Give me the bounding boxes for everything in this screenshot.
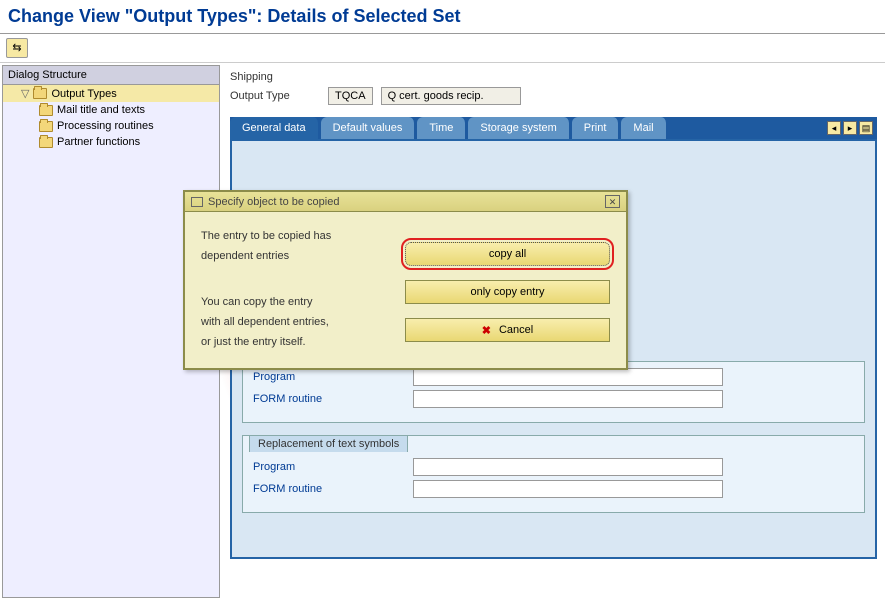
dialog-line4: with all dependent entries, bbox=[201, 312, 405, 332]
copy-dialog: Specify object to be copied ✕ The entry … bbox=[183, 190, 628, 370]
tree-label: Partner functions bbox=[57, 136, 140, 148]
dialog-titlebar: Specify object to be copied ✕ bbox=[185, 192, 626, 212]
tree-node-processing-routines[interactable]: Processing routines bbox=[3, 118, 219, 134]
folder-icon bbox=[39, 121, 53, 132]
tree-node-mail-title[interactable]: Mail title and texts bbox=[3, 102, 219, 118]
shipping-label: Shipping bbox=[230, 71, 273, 83]
output-type-code: TQCA bbox=[328, 87, 373, 105]
tab-list-button[interactable]: ▤ bbox=[859, 121, 873, 135]
copy-all-button[interactable]: copy all bbox=[405, 242, 610, 266]
program-label-2: Program bbox=[253, 461, 413, 473]
output-type-desc: Q cert. goods recip. bbox=[381, 87, 521, 105]
dialog-line1: The entry to be copied has bbox=[201, 226, 405, 246]
folder-icon bbox=[39, 137, 53, 148]
tab-print[interactable]: Print bbox=[572, 117, 620, 139]
output-type-label: Output Type bbox=[230, 90, 320, 102]
tab-mail[interactable]: Mail bbox=[621, 117, 666, 139]
fieldset-1: Program FORM routine bbox=[242, 361, 865, 423]
dialog-message: The entry to be copied has dependent ent… bbox=[201, 226, 405, 352]
form-routine-label-2: FORM routine bbox=[253, 483, 413, 495]
tab-scroll-right[interactable]: ▸ bbox=[843, 121, 857, 135]
tree-node-partner-functions[interactable]: Partner functions bbox=[3, 134, 219, 150]
page-title: Change View "Output Types": Details of S… bbox=[0, 0, 885, 34]
expand-icon: ⇆ bbox=[12, 42, 21, 54]
program-input-1[interactable] bbox=[413, 368, 723, 386]
form-routine-input-2[interactable] bbox=[413, 480, 723, 498]
tree-label: Mail title and texts bbox=[57, 104, 145, 116]
fieldset-replacement: Replacement of text symbols Program FORM… bbox=[242, 435, 865, 513]
program-label: Program bbox=[253, 371, 413, 383]
tree-label: Output Types bbox=[51, 88, 116, 100]
cancel-icon: ✖ bbox=[482, 324, 491, 337]
dialog-title-text: Specify object to be copied bbox=[208, 196, 339, 208]
tab-default-values[interactable]: Default values bbox=[321, 117, 416, 139]
dialog-line2: dependent entries bbox=[201, 246, 405, 266]
dialog-line3: You can copy the entry bbox=[201, 292, 405, 312]
toolbar-expand-button[interactable]: ⇆ bbox=[6, 38, 28, 58]
copy-all-label: copy all bbox=[489, 248, 526, 260]
folder-icon bbox=[39, 105, 53, 116]
tab-storage-system[interactable]: Storage system bbox=[468, 117, 569, 139]
form-routine-label: FORM routine bbox=[253, 393, 413, 405]
form-routine-input-1[interactable] bbox=[413, 390, 723, 408]
tree-label: Processing routines bbox=[57, 120, 154, 132]
folder-icon bbox=[33, 88, 47, 99]
cancel-button[interactable]: ✖ Cancel bbox=[405, 318, 610, 342]
fieldset-legend: Replacement of text symbols bbox=[249, 435, 408, 452]
tree-collapse-icon[interactable]: ▽ bbox=[21, 87, 29, 100]
tab-time[interactable]: Time bbox=[417, 117, 466, 139]
sidebar-header: Dialog Structure bbox=[3, 66, 219, 85]
tab-general-data[interactable]: General data bbox=[230, 117, 319, 139]
toolbar: ⇆ bbox=[0, 34, 885, 63]
tree-node-output-types[interactable]: ▽ Output Types bbox=[3, 85, 219, 102]
dialog-close-button[interactable]: ✕ bbox=[605, 195, 620, 208]
program-input-2[interactable] bbox=[413, 458, 723, 476]
only-copy-label: only copy entry bbox=[471, 286, 545, 298]
dialog-icon bbox=[191, 197, 203, 207]
only-copy-entry-button[interactable]: only copy entry bbox=[405, 280, 610, 304]
tab-scroll-left[interactable]: ◂ bbox=[827, 121, 841, 135]
tabstrip: General data Default values Time Storage… bbox=[230, 117, 877, 139]
dialog-line5: or just the entry itself. bbox=[201, 332, 405, 352]
cancel-label: Cancel bbox=[499, 324, 533, 336]
